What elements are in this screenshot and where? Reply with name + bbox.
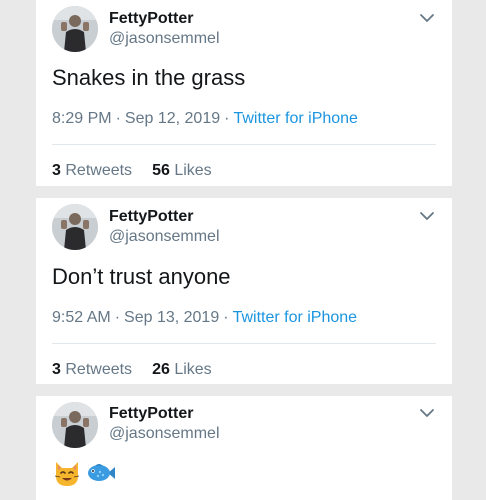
tweet-card[interactable]: FettyPotter @jasonsemmel Don’t trust any… [36, 198, 452, 384]
tweet-text: Snakes in the grass [52, 65, 246, 90]
tweet-card[interactable]: FettyPotter @jasonsemmel [36, 396, 452, 500]
chevron-down-icon[interactable] [418, 209, 436, 223]
author-name[interactable]: FettyPotter [109, 405, 193, 423]
avatar[interactable] [52, 6, 98, 52]
likes-stat[interactable]: 26 Likes [152, 361, 212, 378]
retweets-label: Retweets [65, 361, 133, 378]
tweet-date[interactable]: Sep 13, 2019 [124, 309, 219, 326]
retweets-stat[interactable]: 3 Retweets [52, 162, 132, 179]
tweet-text: Don’t trust anyone [52, 264, 231, 289]
meta-separator: · [224, 110, 230, 127]
tweet-time: 8:29 PM [52, 110, 112, 127]
likes-stat[interactable]: 56 Likes [152, 162, 212, 179]
tweet-stats: 3 Retweets 56 Likes [52, 162, 212, 180]
tweet-meta: 8:29 PM · Sep 12, 2019 · Twitter for iPhone [52, 110, 358, 128]
divider [52, 343, 436, 344]
retweets-count: 3 [52, 361, 61, 378]
chevron-down-icon[interactable] [418, 406, 436, 420]
chevron-down-icon[interactable] [418, 11, 436, 25]
likes-count: 26 [152, 361, 170, 378]
avatar[interactable] [52, 204, 98, 250]
author-name[interactable]: FettyPotter [109, 208, 193, 226]
divider [52, 144, 436, 145]
likes-label: Likes [174, 162, 212, 179]
likes-label: Likes [174, 361, 212, 378]
tweet-time: 9:52 AM [52, 309, 111, 326]
tweet-source[interactable]: Twitter for iPhone [233, 309, 358, 326]
retweets-stat[interactable]: 3 Retweets [52, 361, 132, 378]
author-handle[interactable]: @jasonsemmel [109, 30, 220, 48]
tweet-emoji-row [52, 458, 116, 488]
tweet-card[interactable]: FettyPotter @jasonsemmel Snakes in the g… [36, 0, 452, 186]
avatar-photo-icon [52, 6, 98, 52]
tweet-date[interactable]: Sep 12, 2019 [125, 110, 220, 127]
retweets-count: 3 [52, 162, 61, 179]
meta-separator: · [115, 110, 121, 127]
meta-separator: · [223, 309, 229, 326]
meta-separator: · [114, 309, 121, 326]
cat-emoji-icon [54, 462, 80, 486]
author-handle[interactable]: @jasonsemmel [109, 228, 220, 246]
avatar-photo-icon [52, 402, 98, 448]
author-handle[interactable]: @jasonsemmel [109, 425, 220, 443]
avatar[interactable] [52, 402, 98, 448]
author-name[interactable]: FettyPotter [109, 10, 193, 28]
retweets-label: Retweets [65, 162, 133, 179]
tweet-stats: 3 Retweets 26 Likes [52, 361, 212, 379]
fish-emoji-icon [88, 464, 115, 481]
likes-count: 56 [152, 162, 170, 179]
tweet-source[interactable]: Twitter for iPhone [233, 110, 358, 127]
tweet-meta: 9:52 AM · Sep 13, 2019 · Twitter for iPhone [52, 309, 357, 327]
avatar-photo-icon [52, 204, 98, 250]
